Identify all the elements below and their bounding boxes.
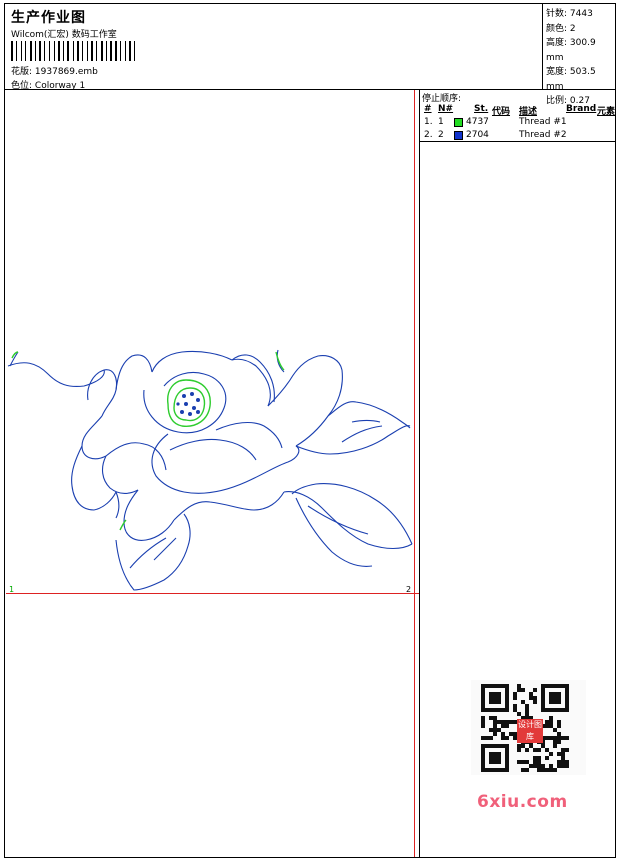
stop-sequence-title: 停止顺序: [422, 94, 462, 104]
corner-marker-left: 1 [9, 585, 15, 594]
stats-divider [542, 4, 543, 89]
thread-row-n: 2 [438, 130, 444, 140]
thread-row: 1. 1 4737 Thread #1 [422, 117, 615, 130]
thread-row-num: 1. [424, 117, 433, 127]
watermark-stamp: 设计图库 [517, 719, 543, 743]
col-st: St. [474, 104, 489, 114]
watermark-site: 6xiu.com [477, 792, 568, 812]
stat-height: 高度: 300.9 mm [546, 36, 615, 65]
design-outline-blue [7, 349, 413, 591]
design-file: 花版: 1937869.emb [11, 64, 98, 77]
stat-colors: 颜色: 2 [546, 22, 615, 37]
stat-stitches-label: 针数: [546, 9, 568, 19]
col-brand: Brand [566, 104, 597, 114]
stat-width-label: 宽度: [546, 67, 568, 77]
design-center-dots [176, 392, 200, 416]
thread-table-bottom-rule [419, 141, 615, 142]
thread-row-code: 2704 [466, 130, 489, 140]
stat-stitches-value: 7443 [569, 9, 593, 19]
col-element: 元素 [597, 107, 616, 117]
design-label: 花版: [11, 67, 33, 77]
stats-block: 针数: 7443 颜色: 2 高度: 300.9 mm 宽度: 503.5 mm… [546, 7, 615, 109]
guide-line-vertical [414, 90, 415, 857]
sheet-subtitle: Wilcom(汇宏) 数码工作室 [11, 30, 117, 40]
production-sheet: 生产作业图 Wilcom(汇宏) 数码工作室 花版: 1937869.emb 色… [4, 3, 616, 858]
thread-row-code: 4737 [466, 117, 489, 127]
corner-marker-right: 2 [406, 585, 412, 594]
barcode [11, 41, 135, 61]
embroidery-design [7, 349, 413, 591]
thread-row-desc: Thread #2 [519, 130, 567, 140]
guide-line-horizontal [6, 593, 419, 594]
watermark-qr: 设计图库 [471, 680, 586, 775]
col-num: # [424, 104, 432, 114]
stat-colors-value: 2 [569, 23, 576, 34]
stat-colors-label: 颜色: [546, 23, 568, 34]
stat-scale-label: 比例: [546, 96, 568, 106]
thread-row-desc: Thread #1 [519, 117, 567, 127]
design-value: 1937869.emb [34, 67, 98, 77]
sheet-title: 生产作业图 [11, 10, 86, 26]
stat-stitches: 针数: 7443 [546, 7, 615, 22]
col-desc: 描述 [519, 107, 538, 117]
col-code: 代码 [492, 107, 511, 117]
thread-row-n: 1 [438, 117, 444, 127]
panel-divider [419, 89, 420, 857]
thread-row-num: 2. [424, 130, 433, 140]
col-n: N# [438, 104, 454, 114]
stat-height-label: 高度: [546, 38, 568, 48]
